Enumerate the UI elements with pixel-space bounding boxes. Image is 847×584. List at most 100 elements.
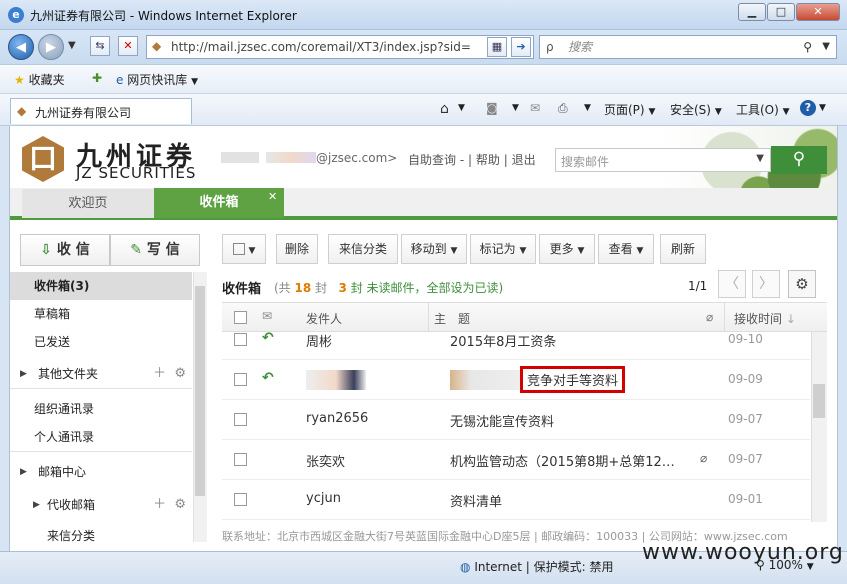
- mail-list-scroll-thumb[interactable]: [813, 384, 825, 418]
- more-dropdown-icon: ▼: [577, 246, 585, 256]
- row-date: 09-09: [728, 372, 763, 386]
- tab-welcome[interactable]: 欢迎页: [22, 189, 154, 218]
- search-provider-icon: ρ: [546, 40, 554, 54]
- quicklib-icon: e: [116, 73, 124, 87]
- print-icon[interactable]: ⎙: [558, 101, 568, 116]
- maximize-button[interactable]: □: [767, 3, 795, 21]
- mail-search-dropdown-icon[interactable]: ▼: [756, 153, 764, 164]
- mail-list-scrollbar[interactable]: [811, 332, 827, 522]
- feeds-icon[interactable]: ◙: [486, 101, 498, 115]
- column-subject[interactable]: 主 题: [434, 310, 470, 327]
- go-button[interactable]: ➔: [511, 37, 531, 57]
- view-button[interactable]: 查看 ▼: [598, 234, 654, 264]
- browser-search-input[interactable]: ρ 搜索 ⚲ ▼: [539, 35, 837, 59]
- row-checkbox[interactable]: [234, 493, 247, 506]
- replied-icon: ↶: [262, 370, 274, 386]
- minimize-button[interactable]: ▁: [738, 3, 766, 21]
- view-dropdown-icon: ▼: [636, 246, 644, 256]
- mark-as-label: 标记为: [479, 242, 516, 256]
- row-checkbox[interactable]: [234, 413, 247, 426]
- page-preview-icon[interactable]: ▦: [487, 37, 507, 57]
- tab-favicon-icon: ◆: [17, 104, 27, 118]
- delete-button[interactable]: 删除: [276, 234, 318, 264]
- refresh-button[interactable]: 刷新: [660, 234, 706, 264]
- more-button[interactable]: 更多 ▼: [539, 234, 595, 264]
- tab-inbox[interactable]: 收件箱: [154, 188, 284, 218]
- help-dropdown-icon[interactable]: ▼: [819, 103, 826, 113]
- self-service-link[interactable]: 自助查询: [408, 153, 456, 167]
- add-favorite-icon[interactable]: ✚: [92, 71, 102, 85]
- stop-icon[interactable]: ✕: [118, 36, 138, 56]
- mail-icon[interactable]: ✉: [530, 101, 540, 115]
- sidebar-item-drafts[interactable]: 草稿箱: [10, 300, 192, 328]
- compat-view-icon[interactable]: ⇆: [90, 36, 110, 56]
- sort-arrow-icon: ↓: [785, 312, 796, 326]
- home-icon[interactable]: ⌂: [440, 101, 449, 117]
- quicklib-button[interactable]: e 网页快讯库 ▼: [116, 71, 198, 88]
- classify-button[interactable]: 来信分类: [328, 234, 398, 264]
- table-row[interactable]: ryan2656 无锡沈能宣传资料 09-07: [222, 400, 810, 440]
- row-checkbox[interactable]: [234, 453, 247, 466]
- mark-dropdown-icon: ▼: [519, 246, 527, 256]
- column-sender[interactable]: 发件人: [306, 310, 342, 327]
- compose-button[interactable]: ✎ 写 信: [110, 234, 200, 266]
- feeds-dropdown-icon[interactable]: ▼: [512, 103, 519, 113]
- table-row[interactable]: 张奕欢 机构监管动态（2015第8期+总第12… ⌀ 09-07: [222, 440, 810, 480]
- user-email-domain: @jzsec.com>: [316, 151, 398, 165]
- row-date: 09-07: [728, 452, 763, 466]
- sidebar-item-classify[interactable]: 来信分类: [10, 522, 192, 550]
- receive-label: 收 信: [56, 242, 90, 258]
- move-to-button[interactable]: 移动到 ▼: [401, 234, 467, 264]
- select-all-checkbox[interactable]: ▼: [222, 234, 266, 264]
- close-window-button[interactable]: ✕: [796, 3, 840, 21]
- mail-search-button[interactable]: ⚲: [771, 146, 827, 174]
- logo-english: JZ SECURITIES: [76, 164, 197, 182]
- print-dropdown-icon[interactable]: ▼: [584, 103, 591, 113]
- row-checkbox[interactable]: [234, 333, 247, 346]
- sidebar-item-inbox[interactable]: 收件箱(3): [10, 272, 192, 300]
- history-dropdown-icon[interactable]: ▼: [68, 40, 76, 51]
- safety-menu-dropdown-icon: ▼: [714, 107, 722, 117]
- search-dropdown-icon[interactable]: ▼: [822, 36, 830, 58]
- row-date: 09-01: [728, 492, 763, 506]
- site-favicon-icon: ◆: [152, 39, 162, 53]
- next-page-button[interactable]: 〉: [752, 270, 780, 298]
- help-icon[interactable]: ?: [800, 100, 816, 116]
- table-row[interactable]: ↶ 竞争对手等资料 09-09: [222, 360, 810, 400]
- more-label: 更多: [549, 242, 574, 256]
- logout-link[interactable]: 退出: [512, 153, 536, 167]
- browser-tab[interactable]: ◆ 九州证券有限公司: [10, 98, 192, 124]
- total-suffix: 封: [315, 281, 328, 295]
- mark-as-button[interactable]: 标记为 ▼: [470, 234, 536, 264]
- safety-menu[interactable]: 安全(S) ▼: [670, 101, 722, 118]
- prev-page-button[interactable]: 〈: [718, 270, 746, 298]
- row-checkbox[interactable]: [234, 373, 247, 386]
- safety-menu-label: 安全(S): [670, 103, 711, 117]
- help-link[interactable]: 帮助: [476, 153, 500, 167]
- back-button[interactable]: ◀: [8, 34, 34, 60]
- browser-tab-title: 九州证券有限公司: [35, 106, 132, 120]
- favorites-label: 收藏夹: [28, 73, 65, 87]
- close-tab-icon[interactable]: ✕: [268, 190, 277, 203]
- browser-search-placeholder: 搜索: [568, 40, 593, 54]
- home-dropdown-icon[interactable]: ▼: [458, 103, 465, 113]
- mail-search-input[interactable]: 搜索邮件 ▼: [555, 148, 771, 172]
- page-menu[interactable]: 页面(P) ▼: [604, 101, 655, 118]
- mark-all-read-link[interactable]: ，全部设为已读): [415, 281, 504, 295]
- search-icon[interactable]: ⚲: [803, 36, 812, 58]
- forward-button[interactable]: ▶: [38, 34, 64, 60]
- receive-button[interactable]: ⇩ 收 信: [20, 234, 110, 266]
- header-checkbox[interactable]: [234, 311, 247, 324]
- link-dash: -: [459, 153, 465, 167]
- favorites-button[interactable]: ★ 收藏夹: [14, 71, 65, 88]
- gear-icon[interactable]: ⚙: [788, 270, 816, 298]
- replied-icon: ↶: [262, 332, 274, 346]
- column-date[interactable]: 接收时间 ↓: [734, 310, 796, 327]
- table-row[interactable]: ycjun 资料清单 09-01: [222, 480, 810, 520]
- unread-link[interactable]: 封 未读邮件: [351, 281, 415, 295]
- address-bar[interactable]: ◆ http://mail.jzsec.com/coremail/XT3/ind…: [146, 35, 534, 59]
- tools-menu-label: 工具(O): [736, 103, 779, 117]
- table-row[interactable]: ↶ 周彬 2015年8月工资条 09-10: [222, 332, 810, 360]
- tools-menu[interactable]: 工具(O) ▼: [736, 101, 790, 118]
- compose-icon: ✎: [130, 242, 142, 258]
